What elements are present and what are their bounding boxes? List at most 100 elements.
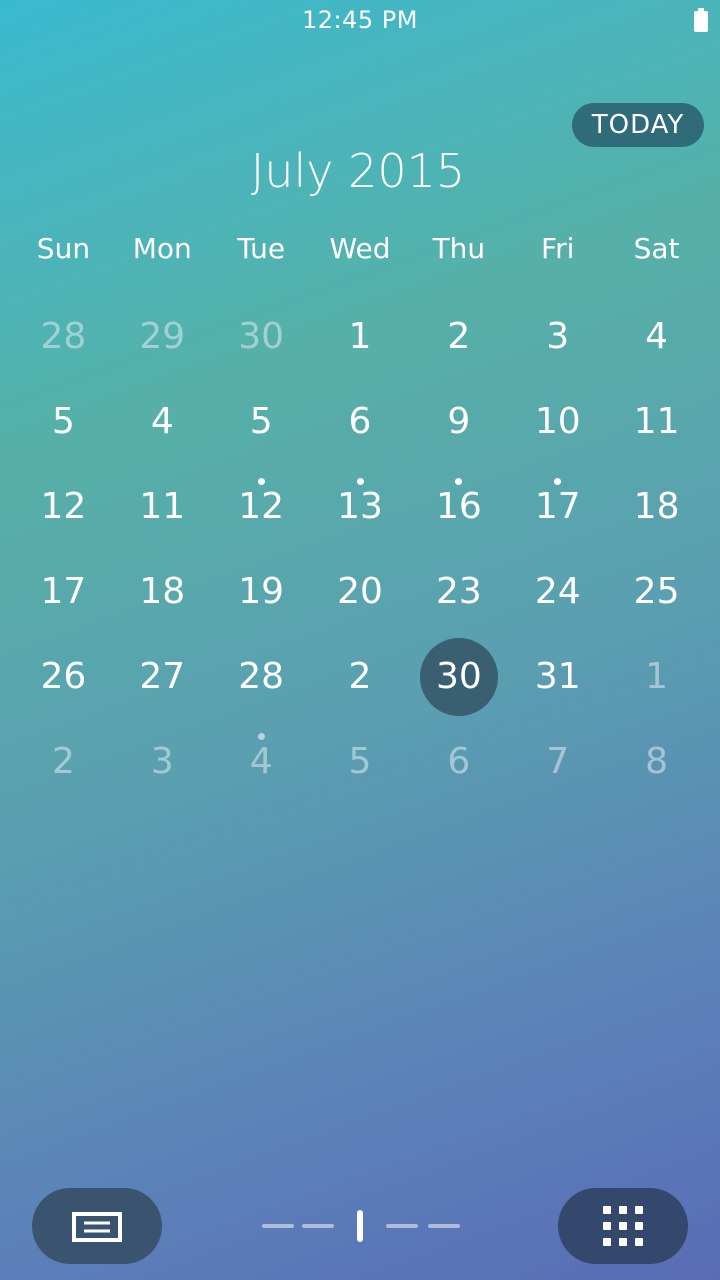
page-indicator-current bbox=[357, 1210, 363, 1242]
day-cell[interactable]: 7 bbox=[508, 719, 607, 804]
day-cell[interactable]: 4 bbox=[113, 379, 212, 464]
day-cell[interactable]: 10 bbox=[508, 379, 607, 464]
day-number: 2 bbox=[447, 316, 471, 357]
day-cell[interactable]: 25 bbox=[607, 549, 706, 634]
day-cell[interactable]: 17 bbox=[508, 464, 607, 549]
day-number: 31 bbox=[534, 656, 581, 697]
day-cell[interactable]: 28 bbox=[212, 634, 311, 719]
day-number: 12 bbox=[40, 486, 87, 527]
day-number: 4 bbox=[150, 401, 174, 442]
day-cell[interactable]: 5 bbox=[14, 379, 113, 464]
day-number: 3 bbox=[546, 316, 570, 357]
weekday-label: Wed bbox=[329, 232, 391, 265]
day-cell[interactable]: 18 bbox=[113, 549, 212, 634]
day-cell[interactable]: 1 bbox=[607, 634, 706, 719]
day-cell[interactable]: 6 bbox=[409, 719, 508, 804]
day-cell[interactable]: 8 bbox=[607, 719, 706, 804]
day-cell[interactable]: 11 bbox=[113, 464, 212, 549]
day-cell[interactable]: 16 bbox=[409, 464, 508, 549]
weekday-label: Fri bbox=[541, 232, 575, 265]
day-cell[interactable]: 2 bbox=[14, 719, 113, 804]
day-number: 20 bbox=[337, 571, 383, 612]
day-number: 18 bbox=[139, 571, 186, 612]
day-cell[interactable]: 26 bbox=[14, 634, 113, 719]
page-indicator-dash bbox=[302, 1224, 334, 1228]
day-number: 16 bbox=[435, 486, 482, 527]
list-view-icon bbox=[72, 1212, 122, 1242]
day-cell[interactable]: 23 bbox=[409, 549, 508, 634]
event-dot-icon bbox=[356, 478, 364, 485]
day-cell[interactable]: 17 bbox=[14, 549, 113, 634]
day-cell[interactable]: 12 bbox=[212, 464, 311, 549]
day-number: 13 bbox=[337, 486, 383, 527]
week-row: 5 4 5 6 9 10 11 bbox=[14, 379, 706, 464]
page-indicator-dash bbox=[386, 1224, 418, 1228]
week-row: 26 27 28 2 30 31 1 bbox=[14, 634, 706, 719]
day-cell[interactable]: 4 bbox=[212, 719, 311, 804]
day-cell[interactable]: 28 bbox=[14, 294, 113, 379]
day-cell-selected[interactable]: 30 bbox=[409, 634, 508, 719]
day-number: 4 bbox=[645, 316, 669, 357]
day-cell[interactable]: 20 bbox=[311, 549, 410, 634]
day-number: 24 bbox=[534, 571, 581, 612]
event-dot-icon bbox=[455, 478, 463, 485]
event-dot-icon bbox=[257, 478, 265, 485]
day-number: 30 bbox=[435, 656, 482, 697]
weekday-label: Sat bbox=[633, 232, 680, 265]
day-cell[interactable]: 9 bbox=[409, 379, 508, 464]
day-cell[interactable]: 5 bbox=[212, 379, 311, 464]
day-number: 2 bbox=[348, 656, 372, 697]
day-cell[interactable]: 24 bbox=[508, 549, 607, 634]
day-number: 6 bbox=[348, 401, 372, 442]
month-title: July 2015 bbox=[250, 144, 466, 198]
today-button[interactable]: TODAY bbox=[572, 103, 704, 147]
week-row: 17 18 19 20 23 24 25 bbox=[14, 549, 706, 634]
weekday-label: Mon bbox=[132, 232, 192, 265]
day-cell[interactable]: 19 bbox=[212, 549, 311, 634]
day-cell[interactable]: 12 bbox=[14, 464, 113, 549]
day-number: 7 bbox=[546, 741, 570, 782]
day-cell[interactable]: 1 bbox=[311, 294, 410, 379]
day-cell[interactable]: 4 bbox=[607, 294, 706, 379]
day-cell[interactable]: 11 bbox=[607, 379, 706, 464]
list-view-button[interactable] bbox=[32, 1188, 162, 1264]
day-number: 11 bbox=[139, 486, 186, 527]
page-indicator-dash bbox=[262, 1224, 294, 1228]
battery-full-icon bbox=[694, 8, 708, 32]
day-number: 12 bbox=[238, 486, 285, 527]
day-number: 23 bbox=[435, 571, 482, 612]
day-cell[interactable]: 2 bbox=[311, 634, 410, 719]
day-number: 5 bbox=[249, 401, 273, 442]
day-cell[interactable]: 5 bbox=[311, 719, 410, 804]
day-number: 5 bbox=[348, 741, 372, 782]
day-number: 17 bbox=[40, 571, 87, 612]
day-cell[interactable]: 30 bbox=[212, 294, 311, 379]
week-row: 12 11 12 13 16 17 18 bbox=[14, 464, 706, 549]
day-cell[interactable]: 2 bbox=[409, 294, 508, 379]
app-grid-button[interactable] bbox=[558, 1188, 688, 1264]
week-row: 28 29 30 1 2 3 4 bbox=[14, 294, 706, 379]
day-number: 26 bbox=[40, 656, 87, 697]
day-number: 10 bbox=[534, 401, 581, 442]
day-number: 1 bbox=[348, 316, 372, 357]
day-cell[interactable]: 18 bbox=[607, 464, 706, 549]
day-cell[interactable]: 3 bbox=[113, 719, 212, 804]
event-dot-icon bbox=[554, 478, 562, 485]
day-cell[interactable]: 31 bbox=[508, 634, 607, 719]
day-cell[interactable]: 27 bbox=[113, 634, 212, 719]
day-number: 28 bbox=[40, 316, 87, 357]
weekday-label: Sun bbox=[36, 232, 91, 265]
event-dot-icon bbox=[257, 733, 265, 740]
day-cell[interactable]: 13 bbox=[311, 464, 410, 549]
day-cell[interactable]: 3 bbox=[508, 294, 607, 379]
day-cell[interactable]: 6 bbox=[311, 379, 410, 464]
weekday-label: Tue bbox=[237, 232, 286, 265]
day-number: 17 bbox=[534, 486, 581, 527]
day-number: 3 bbox=[150, 741, 174, 782]
app-grid-icon bbox=[603, 1206, 643, 1246]
day-number: 11 bbox=[633, 401, 680, 442]
day-number: 19 bbox=[238, 571, 285, 612]
day-number: 18 bbox=[633, 486, 680, 527]
day-number: 6 bbox=[447, 741, 471, 782]
day-cell[interactable]: 29 bbox=[113, 294, 212, 379]
